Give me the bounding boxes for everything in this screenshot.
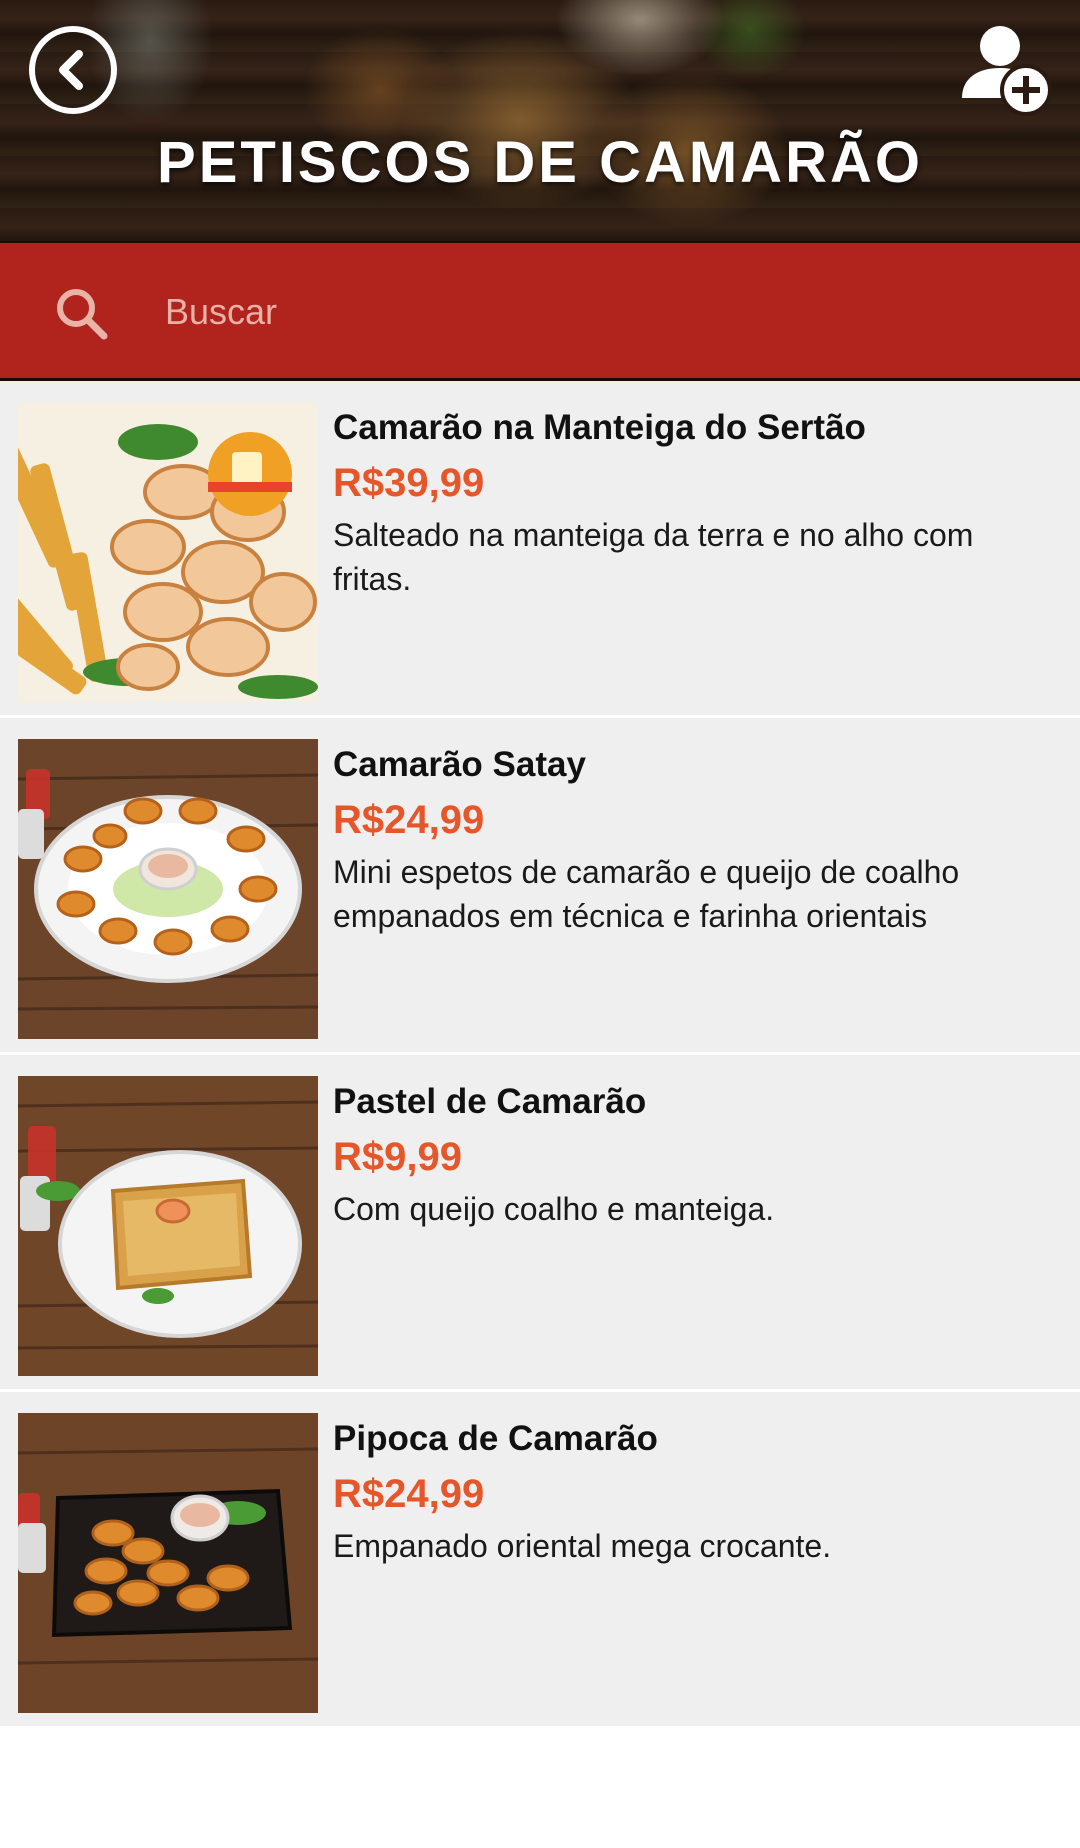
header-banner: PETISCOS DE CAMARÃO bbox=[0, 0, 1080, 241]
item-description: Com queijo coalho e manteiga. bbox=[333, 1191, 775, 1227]
list-item[interactable]: Pastel de Camarão R$9,99 Com queijo coal… bbox=[0, 1055, 1080, 1392]
product-image bbox=[18, 402, 318, 702]
item-price: R$24,99 bbox=[333, 1472, 485, 1516]
item-name: Camarão Satay bbox=[333, 745, 586, 784]
item-description: Salteado na manteiga da terra e no alho … bbox=[333, 517, 974, 597]
item-name: Pipoca de Camarão bbox=[333, 1419, 658, 1458]
item-price: R$39,99 bbox=[333, 461, 485, 505]
item-description: Empanado oriental mega crocante. bbox=[333, 1528, 832, 1564]
item-description: Mini espetos de camarão e queijo de coal… bbox=[333, 854, 960, 934]
app-screen: PETISCOS DE CAMARÃO Buscar Camarão na Ma… bbox=[0, 0, 1080, 1848]
chevron-left-icon bbox=[59, 50, 83, 90]
item-price: R$9,99 bbox=[333, 1135, 462, 1179]
list-item[interactable]: Camarão na Manteiga do Sertão R$39,99 Sa… bbox=[0, 381, 1080, 718]
back-button[interactable] bbox=[29, 26, 117, 114]
list-item[interactable]: Camarão Satay R$24,99 Mini espetos de ca… bbox=[0, 718, 1080, 1055]
item-details: Pastel de Camarão R$9,99 Com queijo coal… bbox=[333, 1079, 1053, 1231]
product-image bbox=[18, 739, 318, 1039]
add-user-icon bbox=[962, 26, 1052, 116]
item-price: R$24,99 bbox=[333, 798, 485, 842]
add-user-button[interactable] bbox=[958, 20, 1058, 116]
item-details: Pipoca de Camarão R$24,99 Empanado orien… bbox=[333, 1416, 1053, 1568]
product-list: Camarão na Manteiga do Sertão R$39,99 Sa… bbox=[0, 381, 1080, 1729]
product-image bbox=[18, 1413, 318, 1713]
product-image bbox=[18, 1076, 318, 1376]
search-input[interactable] bbox=[165, 275, 1025, 349]
item-details: Camarão na Manteiga do Sertão R$39,99 Sa… bbox=[333, 405, 1053, 601]
search-bar bbox=[0, 241, 1080, 381]
search-icon[interactable] bbox=[54, 286, 110, 342]
item-name: Pastel de Camarão bbox=[333, 1082, 647, 1121]
item-details: Camarão Satay R$24,99 Mini espetos de ca… bbox=[333, 742, 1053, 938]
page-title: PETISCOS DE CAMARÃO bbox=[157, 130, 923, 195]
item-name: Camarão na Manteiga do Sertão bbox=[333, 408, 866, 447]
list-item[interactable]: Pipoca de Camarão R$24,99 Empanado orien… bbox=[0, 1392, 1080, 1729]
